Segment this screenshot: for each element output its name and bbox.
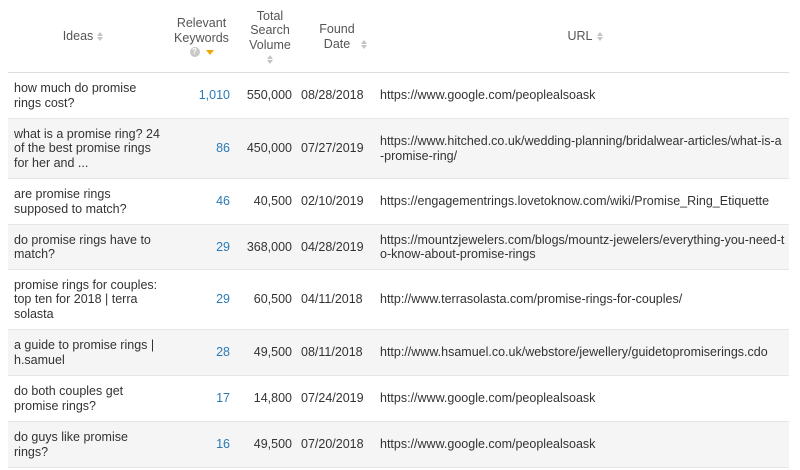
- column-header-found-date[interactable]: Found Date: [301, 0, 381, 73]
- table-row: how much do promise rings cost? 1,010 55…: [8, 73, 789, 119]
- column-header-relevant-keywords-label: Relevant Keywords: [174, 16, 229, 45]
- search-volume-cell: 368,000: [246, 239, 292, 254]
- search-volume-cell: 60,500: [253, 292, 292, 307]
- relevant-keywords-link[interactable]: 29: [164, 270, 230, 329]
- column-header-found-date-label: Found Date: [319, 22, 355, 51]
- help-icon[interactable]: ?: [189, 47, 200, 57]
- idea-cell: what is a promise ring? 24 of the best p…: [14, 126, 160, 170]
- table-row: do guys like promise rings? 16 49,500 07…: [8, 422, 789, 468]
- ideas-table: Ideas Relevant Keywords ? Total Search V…: [0, 0, 800, 470]
- idea-cell: are promise rings supposed to match?: [14, 187, 127, 216]
- url-cell: https://www.google.com/peoplealsoask: [380, 391, 596, 406]
- found-date-cell: 02/10/2019: [301, 194, 364, 209]
- relevant-keywords-link[interactable]: 16: [164, 422, 230, 467]
- table-header: Ideas Relevant Keywords ? Total Search V…: [8, 0, 789, 73]
- found-date-cell: 07/27/2019: [301, 141, 364, 156]
- idea-cell: how much do promise rings cost?: [14, 81, 137, 110]
- search-volume-cell: 49,500: [253, 437, 292, 452]
- found-date-cell: 08/11/2018: [301, 345, 363, 360]
- column-header-ideas[interactable]: Ideas: [8, 0, 158, 73]
- url-cell: http://www.terrasolasta.com/promise-ring…: [380, 292, 683, 307]
- table-row: promise rings for couples: top ten for 2…: [8, 270, 789, 330]
- found-date-cell: 07/20/2018: [301, 437, 364, 452]
- relevant-keywords-link[interactable]: 86: [164, 119, 230, 178]
- sort-icon[interactable]: [97, 32, 104, 41]
- relevant-keywords-link[interactable]: 17: [164, 376, 230, 421]
- relevant-keywords-link[interactable]: 1,010: [164, 73, 230, 118]
- url-cell: http://www.hsamuel.co.uk/webstore/jewell…: [380, 345, 768, 360]
- column-header-total-search-volume-label: Total Search Volume: [249, 8, 291, 52]
- relevant-keywords-link[interactable]: 28: [164, 330, 230, 375]
- idea-cell: a guide to promise rings | h.samuel: [14, 338, 155, 367]
- search-volume-cell: 14,800: [253, 391, 292, 406]
- column-header-ideas-label: Ideas: [62, 29, 94, 44]
- idea-cell: promise rings for couples: top ten for 2…: [14, 277, 158, 321]
- table-row: a guide to promise rings | h.samuel 28 4…: [8, 330, 789, 376]
- sort-descending-icon[interactable]: [205, 49, 214, 55]
- sort-icon[interactable]: [596, 32, 603, 41]
- url-cell: https://www.google.com/peoplealsoask: [380, 437, 596, 452]
- search-volume-cell: 40,500: [253, 194, 292, 209]
- search-volume-cell: 450,000: [246, 141, 292, 156]
- column-header-url[interactable]: URL: [381, 0, 789, 73]
- url-cell: https://engagementrings.lovetoknow.com/w…: [380, 194, 770, 209]
- found-date-cell: 08/28/2018: [301, 88, 364, 103]
- search-volume-cell: 550,000: [246, 88, 292, 103]
- relevant-keywords-link[interactable]: 46: [164, 179, 230, 224]
- url-cell: https://www.google.com/peoplealsoask: [380, 88, 596, 103]
- table-row: do promise rings have to match? 29 368,0…: [8, 225, 789, 270]
- table-row: what is a promise ring? 24 of the best p…: [8, 119, 789, 179]
- idea-cell: do both couples get promise rings?: [14, 384, 124, 413]
- url-cell: https://www.hitched.co.uk/wedding-planni…: [380, 134, 782, 163]
- found-date-cell: 04/11/2018: [301, 292, 363, 307]
- found-date-cell: 04/28/2019: [301, 239, 364, 254]
- column-header-total-search-volume[interactable]: Total Search Volume: [239, 0, 301, 73]
- table-row: are promise rings supposed to match? 46 …: [8, 179, 789, 225]
- found-date-cell: 07/24/2019: [301, 391, 364, 406]
- search-volume-cell: 49,500: [253, 345, 292, 360]
- idea-cell: do promise rings have to match?: [14, 232, 151, 262]
- relevant-keywords-link[interactable]: 29: [164, 225, 230, 269]
- sort-icon[interactable]: [361, 40, 367, 49]
- url-cell: https://mountzjewelers.com/blogs/mountz-…: [380, 232, 785, 262]
- table-row: do both couples get promise rings? 17 14…: [8, 376, 789, 422]
- idea-cell: do guys like promise rings?: [14, 430, 128, 459]
- column-header-relevant-keywords[interactable]: Relevant Keywords ?: [164, 0, 239, 73]
- sort-icon[interactable]: [267, 55, 273, 65]
- column-header-url-label: URL: [567, 29, 593, 44]
